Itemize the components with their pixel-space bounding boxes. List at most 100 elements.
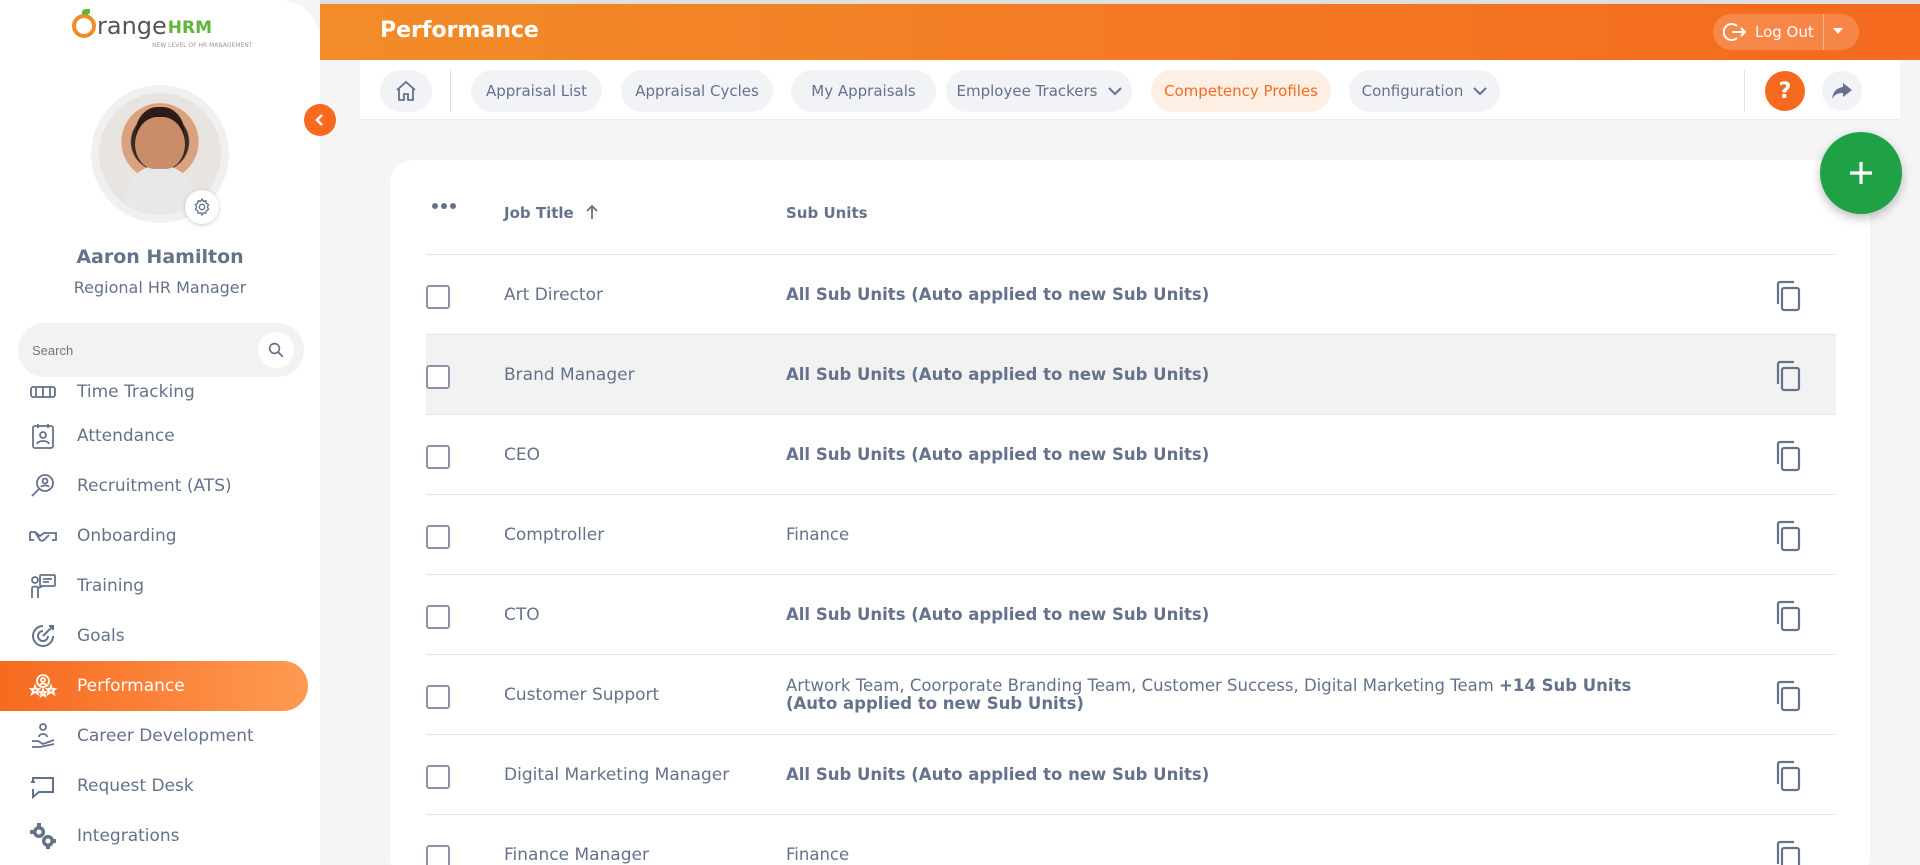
copy-icon[interactable] (1771, 759, 1805, 793)
copy-icon[interactable] (1771, 599, 1805, 633)
logout-divider (1823, 14, 1824, 50)
sidebar-item-request-desk[interactable]: Request Desk (0, 761, 308, 811)
tab-competency-profiles[interactable]: Competency Profiles (1151, 70, 1331, 112)
sidebar-item-label: Onboarding (77, 526, 177, 546)
search-icon[interactable] (258, 332, 294, 368)
copy-icon[interactable] (1771, 519, 1805, 553)
sidebar-item-label: Performance (77, 676, 185, 696)
cell-job-title: Customer Support (504, 685, 660, 705)
sidebar-item-time-tracking[interactable]: Time Tracking (0, 372, 308, 402)
sidebar-item-label: Time Tracking (77, 382, 195, 402)
sidebar-item-label: Request Desk (77, 776, 194, 796)
row-checkbox[interactable] (426, 605, 450, 629)
sidebar: range HRM NEW LEVEL OF HR MANAGEMENT Aar… (0, 0, 320, 865)
tab-appraisal-list[interactable]: Appraisal List (471, 70, 602, 112)
chevron-down-icon (1107, 82, 1122, 100)
table-row[interactable]: Finance Manager Finance (426, 815, 1836, 865)
attendance-icon (28, 421, 58, 451)
integrations-icon (28, 821, 58, 851)
tab-label: Appraisal Cycles (635, 82, 759, 100)
sidebar-item-label: Recruitment (ATS) (77, 476, 232, 496)
tab-configuration[interactable]: Configuration (1349, 70, 1500, 112)
request-desk-icon (28, 771, 58, 801)
logout-button[interactable]: Log Out (1713, 14, 1859, 50)
row-checkbox[interactable] (426, 525, 450, 549)
tab-employee-trackers[interactable]: Employee Trackers (946, 70, 1132, 112)
cell-job-title: Digital Marketing Manager (504, 765, 730, 785)
home-button[interactable] (380, 70, 432, 112)
cell-sub-units: Finance (786, 525, 850, 544)
cell-sub-units: All Sub Units (Auto applied to new Sub U… (786, 765, 1210, 784)
sort-ascending-arrow-icon[interactable] (585, 204, 599, 224)
add-button[interactable] (1820, 132, 1902, 214)
copy-icon[interactable] (1771, 359, 1805, 393)
cell-sub-units: All Sub Units (Auto applied to new Sub U… (786, 285, 1210, 304)
sidebar-item-integrations[interactable]: Integrations (0, 811, 308, 861)
recruitment-icon (28, 471, 58, 501)
table-row[interactable]: Art Director All Sub Units (Auto applied… (426, 255, 1836, 335)
user-name: Aaron Hamilton (76, 246, 244, 268)
sidebar-item-performance[interactable]: Performance (0, 661, 308, 711)
row-checkbox[interactable] (426, 765, 450, 789)
tab-appraisal-cycles[interactable]: Appraisal Cycles (621, 70, 773, 112)
cell-sub-units: Artwork Team, Coorporate Branding Team, … (786, 676, 1632, 713)
goals-icon (28, 621, 58, 651)
cell-job-title: Brand Manager (504, 365, 635, 385)
table-row[interactable]: Comptroller Finance (426, 495, 1836, 575)
sidebar-item-attendance[interactable]: Attendance (0, 411, 308, 461)
table-row[interactable]: Brand Manager All Sub Units (Auto applie… (426, 335, 1836, 415)
column-header-job-title[interactable]: Job Title (504, 204, 599, 224)
table-row[interactable]: CEO All Sub Units (Auto applied to new S… (426, 415, 1836, 495)
tab-label: Competency Profiles (1164, 82, 1318, 100)
logout-dropdown-caret-icon[interactable] (1833, 28, 1843, 34)
share-icon[interactable] (1822, 71, 1862, 111)
home-icon (396, 80, 416, 101)
copy-icon[interactable] (1771, 279, 1805, 313)
logo-text: range (97, 12, 167, 40)
cell-job-title: CEO (504, 445, 540, 465)
time-tracking-icon (28, 372, 58, 402)
cell-job-title: Finance Manager (504, 845, 649, 865)
sidebar-item-onboarding[interactable]: Onboarding (0, 511, 308, 561)
plus-icon (1850, 162, 1872, 184)
orangehrm-logo[interactable]: range HRM NEW LEVEL OF HR MANAGEMENT (72, 9, 252, 49)
top-header: Performance Log Out (320, 0, 1920, 60)
table-row[interactable]: Digital Marketing Manager All Sub Units … (426, 735, 1836, 815)
sidebar-item-label: Integrations (77, 826, 180, 846)
row-checkbox[interactable] (426, 365, 450, 389)
copy-icon[interactable] (1771, 439, 1805, 473)
sidebar-item-recruitment[interactable]: Recruitment (ATS) (0, 461, 308, 511)
cell-sub-units: Finance (786, 845, 850, 864)
sidebar-search (18, 323, 304, 377)
onboarding-icon (28, 521, 58, 551)
row-checkbox[interactable] (426, 445, 450, 469)
sidebar-item-goals[interactable]: Goals (0, 611, 308, 661)
sidebar-item-label: Training (77, 576, 145, 596)
copy-icon[interactable] (1771, 679, 1805, 713)
tab-my-appraisals[interactable]: My Appraisals (791, 70, 936, 112)
tab-label: Appraisal List (486, 82, 587, 100)
training-icon (28, 571, 58, 601)
sidebar-item-label: Career Development (77, 726, 254, 746)
logo-brand: HRM (167, 18, 213, 38)
bulk-actions-more-icon[interactable] (432, 203, 456, 209)
table-row[interactable]: CTO All Sub Units (Auto applied to new S… (426, 575, 1836, 655)
cell-job-title: CTO (504, 605, 540, 625)
logout-label: Log Out (1755, 23, 1814, 41)
profile-settings-gear-icon[interactable] (185, 190, 219, 224)
search-input[interactable] (32, 342, 242, 358)
column-header-label: Sub Units (786, 204, 868, 222)
logo-orange-icon (72, 9, 96, 38)
help-icon[interactable]: ? (1765, 71, 1805, 111)
row-checkbox[interactable] (426, 845, 450, 865)
row-checkbox[interactable] (426, 285, 450, 309)
tab-label: My Appraisals (811, 82, 916, 100)
user-role: Regional HR Manager (73, 278, 247, 297)
row-checkbox[interactable] (426, 685, 450, 709)
collapse-sidebar-chevron-left-icon[interactable] (304, 104, 336, 136)
sidebar-item-career-development[interactable]: Career Development (0, 711, 308, 761)
sidebar-item-training[interactable]: Training (0, 561, 308, 611)
copy-icon[interactable] (1771, 839, 1805, 865)
table-row[interactable]: Customer Support Artwork Team, Coorporat… (426, 655, 1836, 735)
performance-subnav: Appraisal List Appraisal Cycles My Appra… (360, 60, 1900, 120)
